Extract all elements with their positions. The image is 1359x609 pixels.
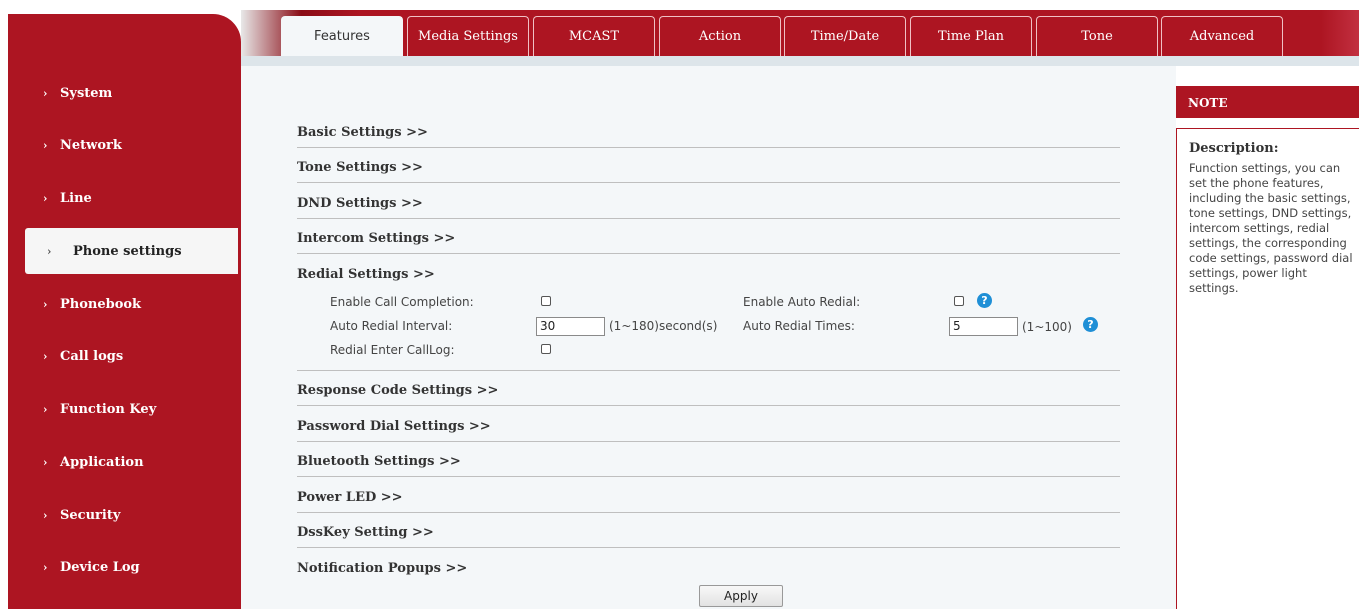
sidebar-item-label: Security <box>60 507 121 523</box>
sidebar-item-function-key[interactable]: › Function Key <box>8 387 240 431</box>
chevron-right-icon: › <box>47 244 52 258</box>
sidebar-item-label: Phone settings <box>73 243 182 259</box>
sidebar-item-label: Call logs <box>60 348 124 364</box>
tab-action[interactable]: Action <box>659 16 781 56</box>
sidebar-item-device-log[interactable]: › Device Log <box>8 545 240 589</box>
chevron-right-icon: › <box>43 138 48 152</box>
sidebar-item-label: Phonebook <box>60 296 142 312</box>
tab-time-date[interactable]: Time/Date <box>784 16 906 56</box>
tab-media-settings[interactable]: Media Settings <box>407 16 529 56</box>
auto-redial-interval-input[interactable]: 30 <box>536 317 605 336</box>
section-intercom-settings[interactable]: Intercom Settings >> <box>297 219 1120 254</box>
section-basic-settings[interactable]: Basic Settings >> <box>297 113 1120 148</box>
note-description: Function settings, you can set the phone… <box>1189 161 1353 295</box>
sidebar-item-label: Device Log <box>60 559 140 575</box>
section-password-dial-settings[interactable]: Password Dial Settings >> <box>297 407 1120 442</box>
note-header: NOTE <box>1176 86 1359 118</box>
apply-button[interactable]: Apply <box>699 585 783 607</box>
enable-call-completion-label: Enable Call Completion: <box>330 295 474 309</box>
chevron-right-icon: › <box>43 349 48 363</box>
section-notification-popups[interactable]: Notification Popups >> <box>297 549 1120 584</box>
section-response-code-settings[interactable]: Response Code Settings >> <box>297 371 1120 406</box>
features-content: Basic Settings >> Tone Settings >> DND S… <box>241 66 1176 609</box>
auto-redial-times-range: (1~100) <box>1022 320 1072 334</box>
sidebar-item-system[interactable]: › System <box>8 71 240 115</box>
tab-tone[interactable]: Tone <box>1036 16 1158 56</box>
redial-enter-calllog-label: Redial Enter CallLog: <box>330 343 455 357</box>
tab-advanced[interactable]: Advanced <box>1161 16 1283 56</box>
sidebar-item-label: Network <box>60 137 122 153</box>
note-panel: Description: Function settings, you can … <box>1176 128 1359 609</box>
sidebar-item-phonebook[interactable]: › Phonebook <box>8 282 240 326</box>
sidebar-item-security[interactable]: › Security <box>8 493 240 537</box>
section-tone-settings[interactable]: Tone Settings >> <box>297 148 1120 183</box>
note-title: Description: <box>1189 141 1279 156</box>
chevron-right-icon: › <box>43 455 48 469</box>
section-redial-title[interactable]: Redial Settings >> <box>297 267 435 282</box>
section-dnd-settings[interactable]: DND Settings >> <box>297 184 1120 219</box>
tab-bar-divider <box>241 56 1359 66</box>
sidebar-item-network[interactable]: › Network <box>8 123 240 167</box>
enable-auto-redial-checkbox[interactable] <box>954 296 964 306</box>
chevron-right-icon: › <box>43 86 48 100</box>
chevron-right-icon: › <box>43 297 48 311</box>
tab-features[interactable]: Features <box>281 16 403 56</box>
chevron-right-icon: › <box>43 402 48 416</box>
enable-call-completion-checkbox[interactable] <box>541 296 551 306</box>
tab-mcast[interactable]: MCAST <box>533 16 655 56</box>
sidebar-nav: › System › Network › Line › Phone settin… <box>8 14 241 609</box>
section-power-led[interactable]: Power LED >> <box>297 478 1120 513</box>
sidebar-item-label: System <box>60 85 113 101</box>
auto-redial-interval-label: Auto Redial Interval: <box>330 319 453 333</box>
tab-bar: Features Media Settings MCAST Action Tim… <box>241 10 1359 56</box>
sidebar-item-application[interactable]: › Application <box>8 440 240 484</box>
tab-time-plan[interactable]: Time Plan <box>910 16 1032 56</box>
auto-redial-times-input[interactable]: 5 <box>949 317 1018 336</box>
sidebar-item-label: Application <box>60 454 144 470</box>
sidebar-item-call-logs[interactable]: › Call logs <box>8 334 240 378</box>
auto-redial-times-label: Auto Redial Times: <box>743 319 855 333</box>
redial-enter-calllog-checkbox[interactable] <box>541 344 551 354</box>
chevron-right-icon: › <box>43 191 48 205</box>
help-icon[interactable]: ? <box>1083 317 1098 332</box>
chevron-right-icon: › <box>43 560 48 574</box>
sidebar-item-phone-settings[interactable]: › Phone settings <box>25 228 238 274</box>
sidebar-item-line[interactable]: › Line <box>8 176 240 220</box>
auto-redial-interval-range: (1~180)second(s) <box>609 319 718 333</box>
chevron-right-icon: › <box>43 508 48 522</box>
sidebar-item-label: Function Key <box>60 401 157 417</box>
section-dsskey-setting[interactable]: DssKey Setting >> <box>297 513 1120 548</box>
sidebar-item-label: Line <box>60 190 92 206</box>
section-bluetooth-settings[interactable]: Bluetooth Settings >> <box>297 442 1120 477</box>
enable-auto-redial-label: Enable Auto Redial: <box>743 295 861 309</box>
help-icon[interactable]: ? <box>977 293 992 308</box>
